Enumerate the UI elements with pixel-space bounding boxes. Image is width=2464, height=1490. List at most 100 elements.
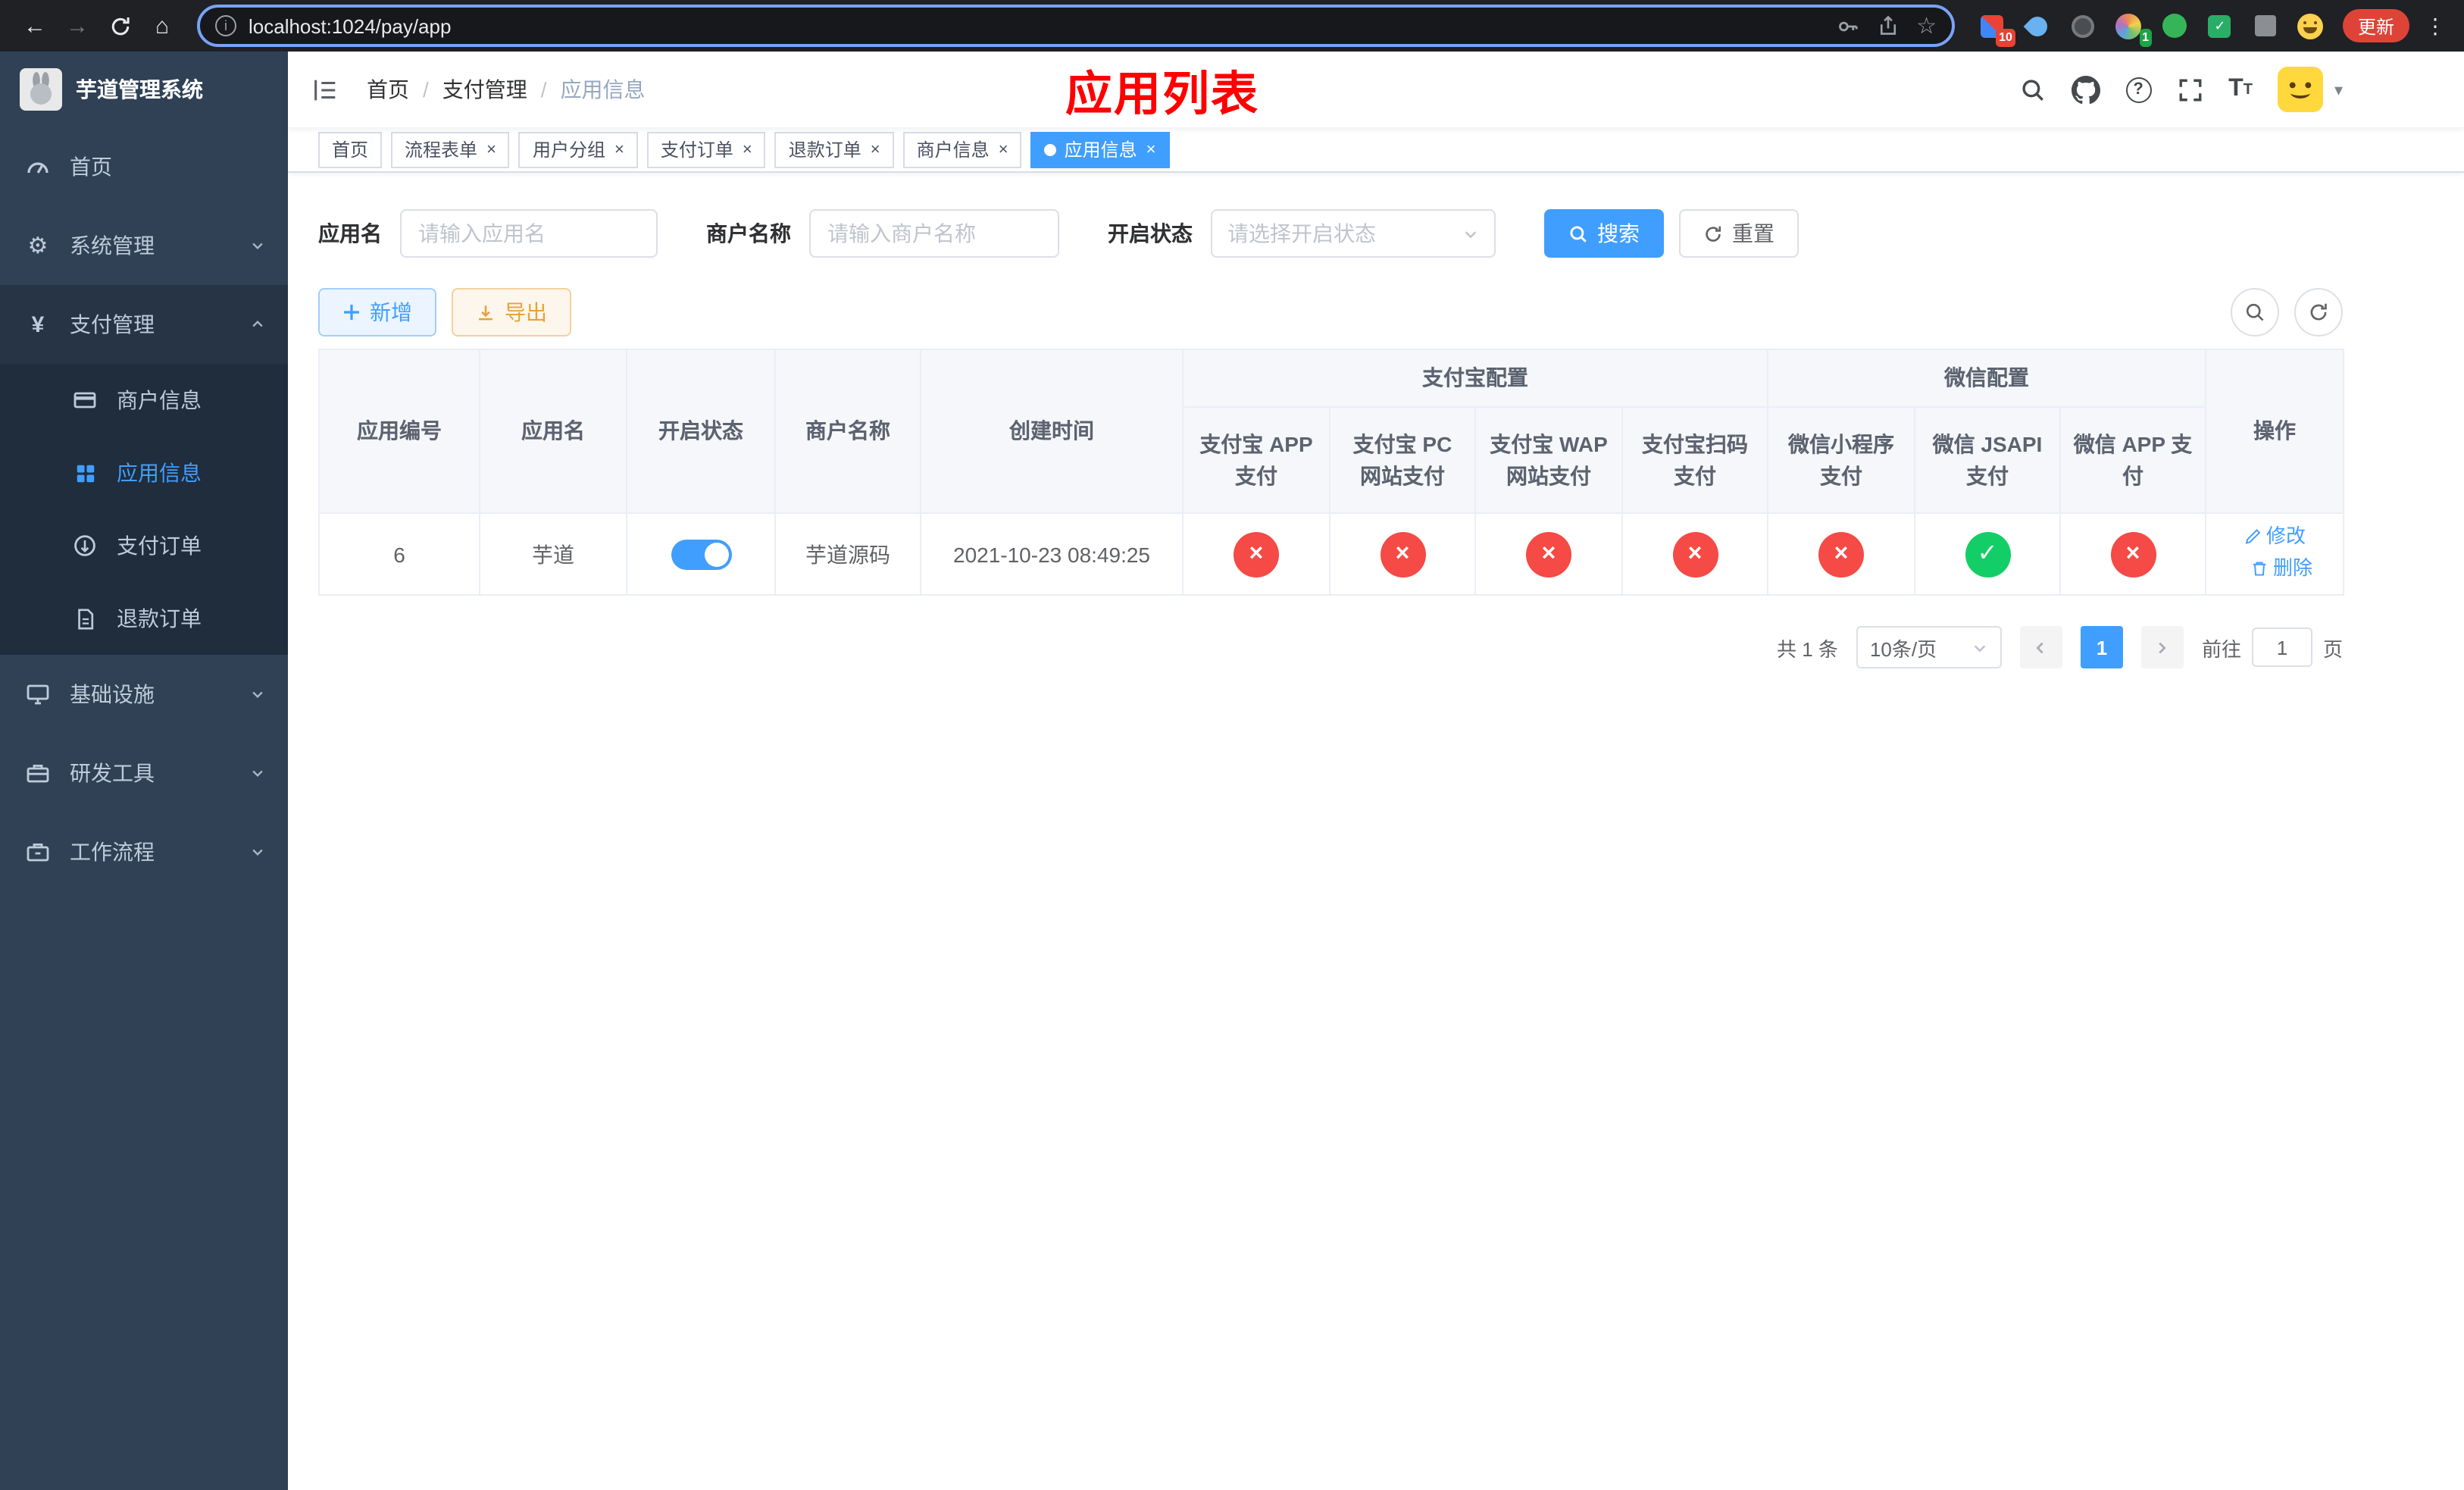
- browser-forward-button[interactable]: →: [58, 6, 97, 45]
- help-icon[interactable]: ?: [2125, 77, 2152, 102]
- extension-grid-icon[interactable]: 10: [1976, 9, 2015, 47]
- table-row: 6 芋道 芋道源码 2021-10-23 08:49:25 × × × × ×: [318, 512, 2345, 596]
- col-alipay-app: 支付宝 APP 支付: [1182, 406, 1330, 514]
- refresh-table-button[interactable]: [2294, 288, 2343, 337]
- tags-bar: 首页 流程表单 × 用户分组 × 支付订单 × 退款订单 × 商户信息 × 应用…: [288, 127, 2464, 173]
- sidebar: 芋道管理系统 首页 ⚙ 系统管理 ¥ 支付管理 商户信息 应用信息 支付订单 退…: [0, 52, 288, 1490]
- sidebar-item-label: 工作流程: [70, 840, 155, 864]
- extension-badge: 10: [1996, 29, 2015, 47]
- tab-refund-order[interactable]: 退款订单 ×: [774, 131, 894, 167]
- page-number-current[interactable]: 1: [2080, 626, 2123, 669]
- sidebar-item-devtools[interactable]: 研发工具: [0, 734, 288, 812]
- tab-merchant-info[interactable]: 商户信息 ×: [902, 131, 1022, 167]
- sidebar-collapse-button[interactable]: [311, 75, 339, 104]
- sidebar-item-home[interactable]: 首页: [0, 127, 288, 206]
- col-wechat-app: 微信 APP 支付: [2059, 406, 2207, 514]
- sidebar-item-payment[interactable]: ¥ 支付管理: [0, 285, 288, 364]
- extension-green-circle-icon[interactable]: [2158, 9, 2191, 42]
- bookmark-star-icon[interactable]: ☆: [1916, 12, 1937, 39]
- share-icon[interactable]: [1877, 15, 1898, 36]
- pagination: 共 1 条 10条/页 1 前往 页: [318, 626, 2343, 669]
- browser-menu-icon[interactable]: ⋮: [2422, 13, 2449, 39]
- password-key-icon[interactable]: [1836, 14, 1859, 37]
- tab-user-group[interactable]: 用户分组 ×: [518, 131, 638, 167]
- close-icon[interactable]: ×: [743, 140, 752, 158]
- extension-dark-icon[interactable]: [2067, 9, 2100, 42]
- close-icon[interactable]: ×: [999, 140, 1008, 158]
- extension-blue-icon[interactable]: [2022, 9, 2055, 42]
- close-icon[interactable]: ×: [1146, 140, 1156, 158]
- breadcrumb-home[interactable]: 首页: [367, 74, 409, 105]
- close-icon[interactable]: ×: [871, 140, 880, 158]
- sidebar-item-infra[interactable]: 基础设施: [0, 655, 288, 734]
- logo-avatar: [20, 68, 62, 111]
- url-text[interactable]: localhost:1024/pay/app: [249, 14, 1824, 37]
- extensions-puzzle-icon[interactable]: [2249, 9, 2282, 42]
- sidebar-item-workflow[interactable]: 工作流程: [0, 812, 288, 891]
- app-logo[interactable]: 芋道管理系统: [0, 52, 288, 127]
- delete-link[interactable]: 删除: [2250, 554, 2312, 583]
- col-created: 创建时间: [920, 349, 1184, 514]
- edit-icon: [2244, 529, 2260, 545]
- reset-button[interactable]: 重置: [1679, 209, 1799, 258]
- profile-avatar-icon[interactable]: 1: [2112, 9, 2152, 47]
- next-page-button[interactable]: [2140, 626, 2184, 669]
- reset-icon: [1706, 225, 1721, 241]
- github-icon[interactable]: [2071, 75, 2100, 104]
- font-size-icon[interactable]: TT: [2228, 76, 2253, 103]
- extension-chat-icon[interactable]: ✓: [2203, 9, 2237, 42]
- top-navbar: 首页 / 支付管理 / 应用信息 应用列表 ? T T ▾: [288, 52, 2464, 127]
- filter-form: 应用名 商户名称 开启状态 请选择开启状态: [318, 209, 2464, 258]
- goto-unit: 页: [2322, 637, 2343, 661]
- user-menu[interactable]: ▾: [2278, 67, 2343, 112]
- card-icon: [70, 388, 100, 412]
- pay-order-icon: [70, 534, 100, 558]
- toggle-search-button[interactable]: [2231, 288, 2279, 337]
- add-button[interactable]: 新增: [318, 288, 436, 337]
- status-toggle[interactable]: [671, 540, 731, 571]
- page-title: 应用列表: [1065, 67, 1259, 121]
- sidebar-item-merchant-info[interactable]: 商户信息: [0, 364, 288, 437]
- browser-refresh-button[interactable]: [100, 6, 139, 45]
- col-wechat-jsapi: 微信 JSAPI 支付: [1914, 406, 2061, 514]
- export-button[interactable]: 导出: [452, 288, 571, 337]
- site-info-icon[interactable]: i: [215, 15, 236, 36]
- breadcrumb-payment[interactable]: 支付管理: [442, 74, 527, 105]
- chevron-down-icon: [1974, 645, 1986, 653]
- close-icon[interactable]: ×: [614, 140, 624, 158]
- extension-emoji-icon[interactable]: [2294, 9, 2328, 42]
- sidebar-item-label: 研发工具: [70, 761, 155, 785]
- page-size-select[interactable]: 10条/页: [1856, 626, 2002, 669]
- status-select[interactable]: 请选择开启状态: [1211, 209, 1496, 258]
- search-icon: [1570, 225, 1587, 242]
- search-button[interactable]: 搜索: [1544, 209, 1664, 258]
- tab-home[interactable]: 首页: [318, 131, 383, 167]
- gear-icon: ⚙: [27, 233, 48, 259]
- sidebar-item-pay-order[interactable]: 支付订单: [0, 509, 288, 582]
- address-bar[interactable]: i localhost:1024/pay/app ☆: [197, 5, 1955, 47]
- sidebar-item-app-info[interactable]: 应用信息: [0, 437, 288, 509]
- edit-link[interactable]: 修改: [2244, 523, 2306, 552]
- app-table: 应用编号 应用名 开启状态 商户名称 创建时间 支付宝配置 微信配置 操作 支付…: [318, 349, 2345, 596]
- browser-back-button[interactable]: ←: [15, 6, 55, 45]
- tab-pay-order[interactable]: 支付订单 ×: [646, 131, 766, 167]
- search-icon[interactable]: [2019, 77, 2045, 102]
- goto-page-input[interactable]: [2251, 628, 2312, 668]
- document-icon: [70, 607, 100, 630]
- sidebar-item-label: 基础设施: [70, 682, 155, 706]
- merchant-name-input[interactable]: [809, 209, 1059, 258]
- fullscreen-icon[interactable]: [2177, 77, 2203, 102]
- prev-page-button[interactable]: [2019, 626, 2062, 669]
- col-merchant: 商户名称: [774, 349, 921, 514]
- browser-home-button[interactable]: ⌂: [142, 6, 182, 45]
- col-alipay-qr: 支付宝扫码支付: [1621, 406, 1768, 514]
- sidebar-item-system[interactable]: ⚙ 系统管理: [0, 206, 288, 285]
- tab-process-form[interactable]: 流程表单 ×: [391, 131, 510, 167]
- tab-app-info[interactable]: 应用信息 ×: [1030, 131, 1170, 167]
- close-icon[interactable]: ×: [486, 140, 496, 158]
- sidebar-item-label: 应用信息: [117, 461, 202, 485]
- main-area: 首页 / 支付管理 / 应用信息 应用列表 ? T T ▾ 首页 流程表单 × …: [288, 52, 2464, 1490]
- sidebar-item-refund-order[interactable]: 退款订单: [0, 582, 288, 655]
- app-name-input[interactable]: [400, 209, 658, 258]
- browser-update-button[interactable]: 更新: [2342, 9, 2409, 42]
